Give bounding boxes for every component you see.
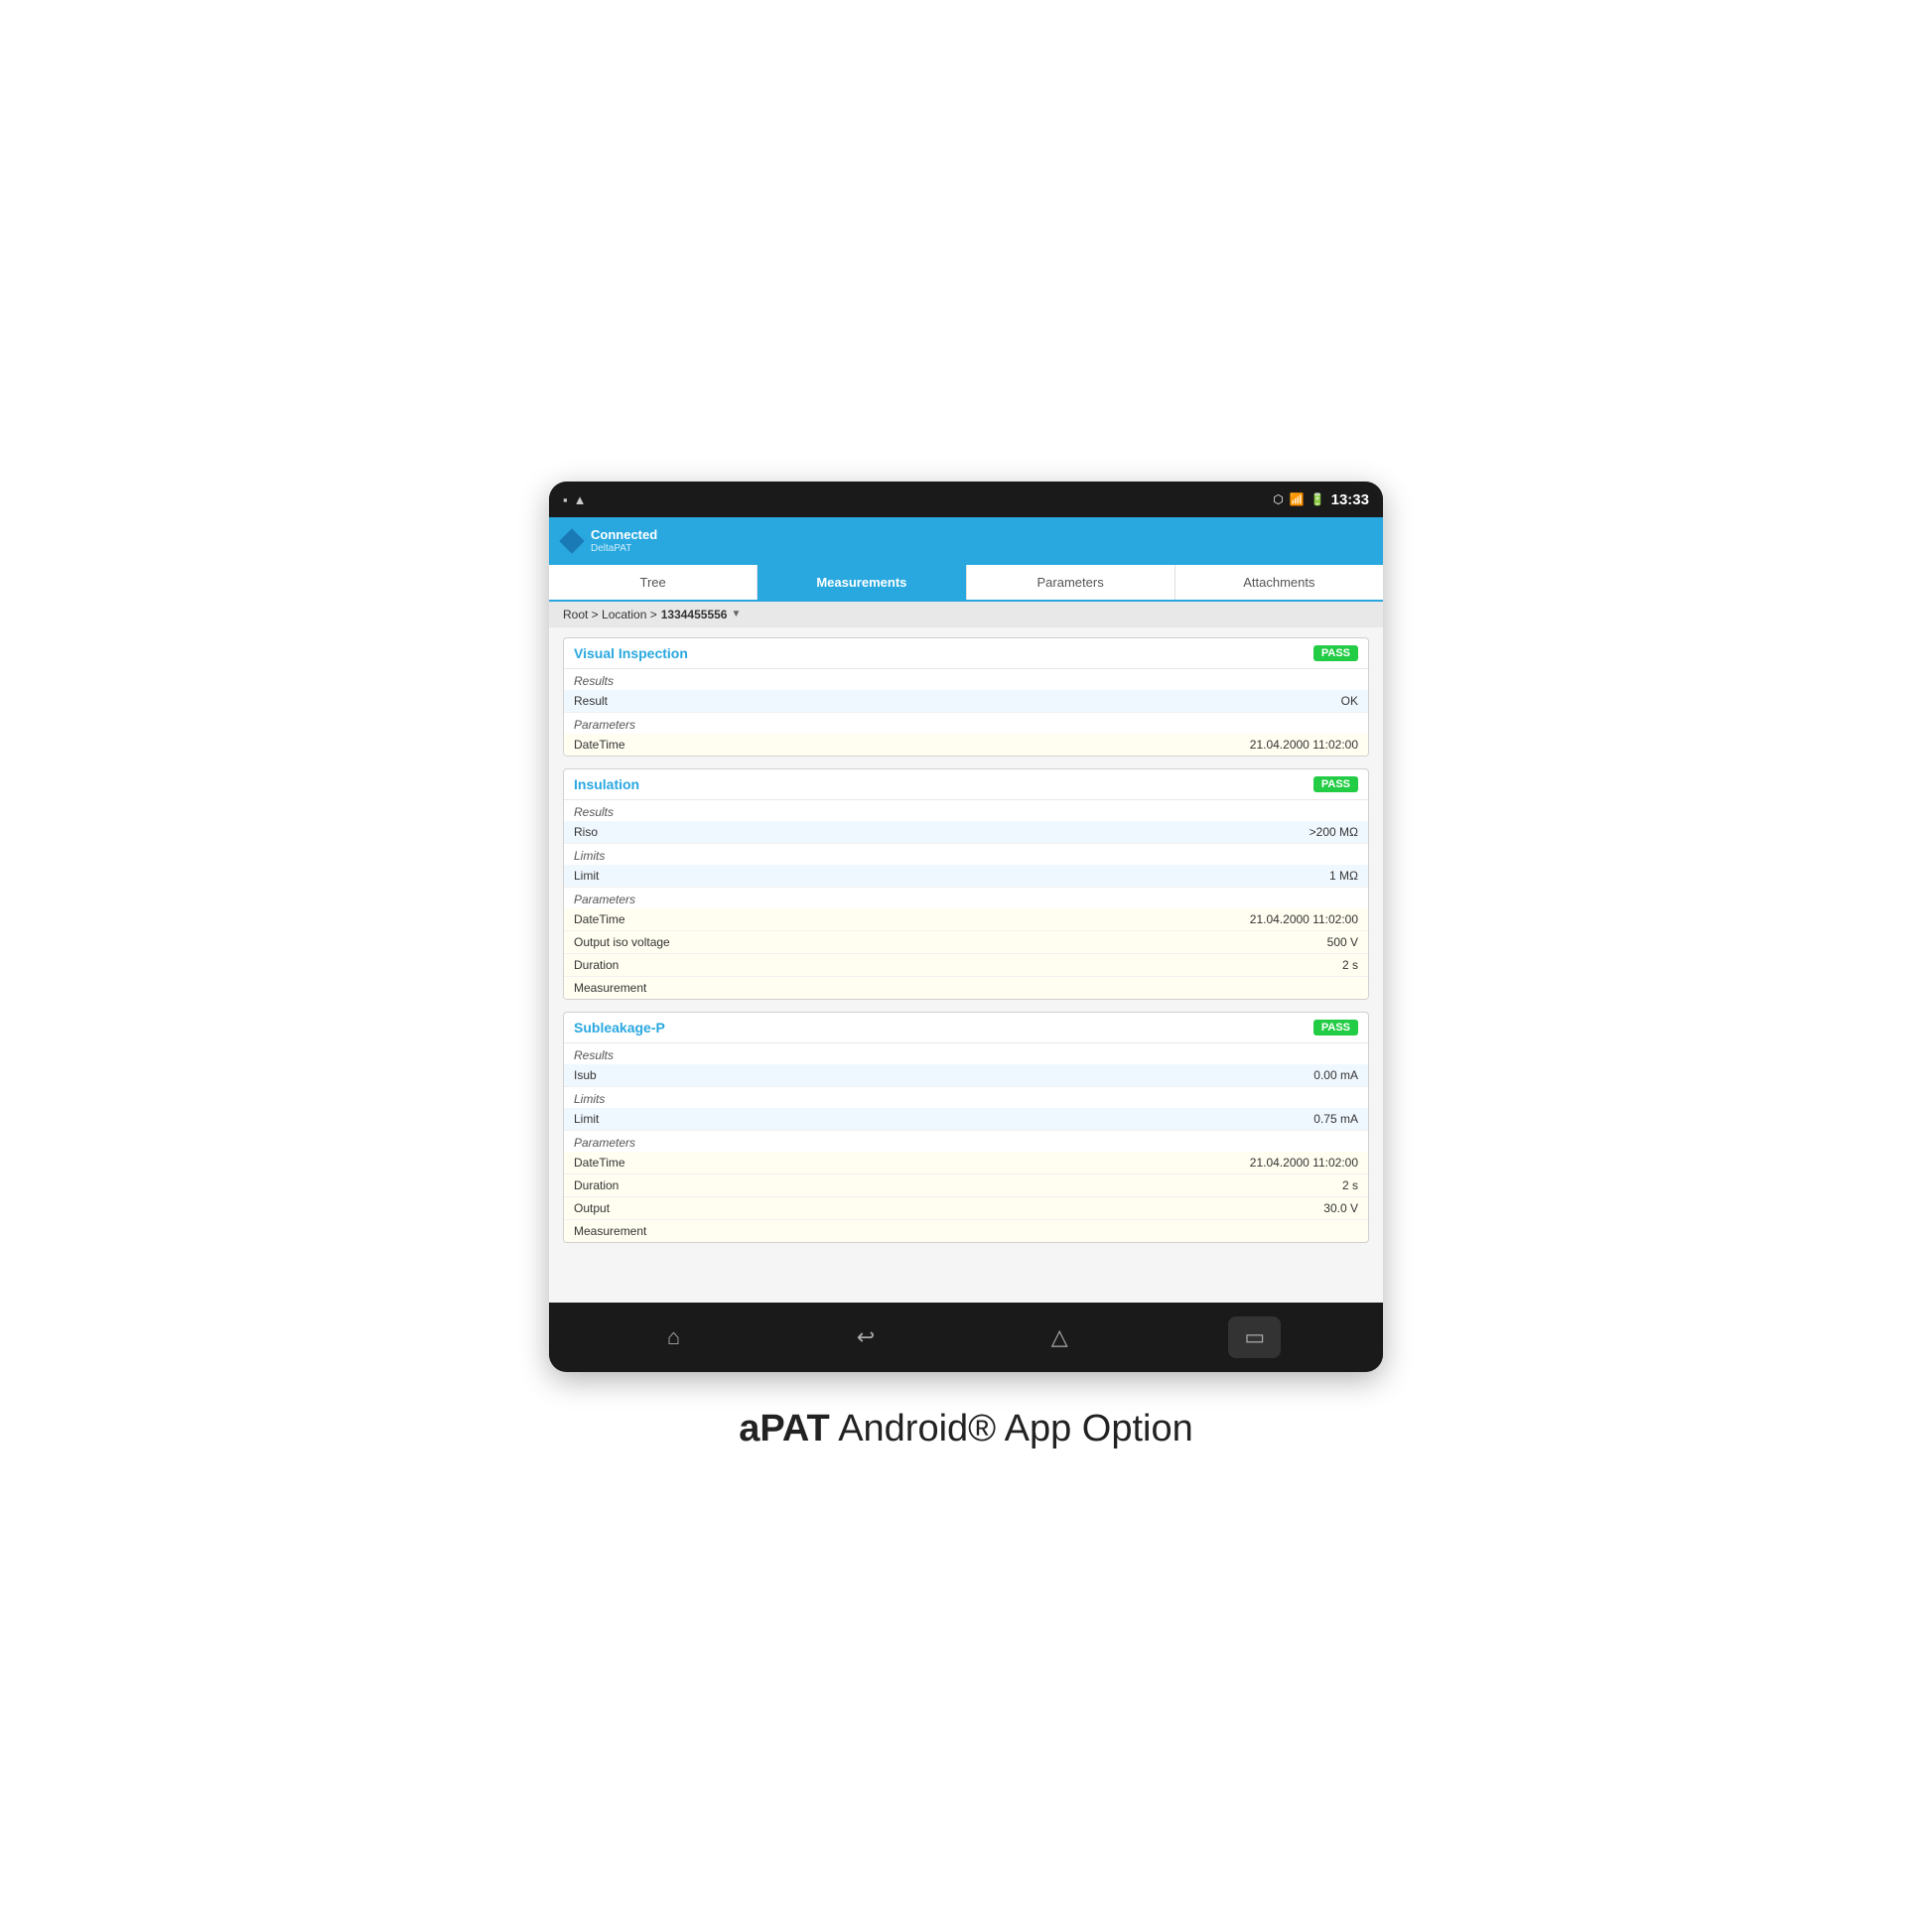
section-insulation-badge: PASS: [1313, 776, 1358, 792]
insulation-measurement-row: Measurement: [564, 977, 1368, 999]
subleakage-limit-value: 0.75 mA: [1313, 1112, 1358, 1126]
app-content: Connected DeltaPAT Tree Measurements Par…: [549, 517, 1383, 1303]
insulation-limits-label: Limits: [564, 844, 1368, 865]
subleakage-limit-row: Limit 0.75 mA: [564, 1108, 1368, 1131]
subleakage-datetime-value: 21.04.2000 11:02:00: [1250, 1156, 1358, 1170]
alert-icon: ▲: [574, 492, 587, 507]
battery-icon: 🔋: [1311, 492, 1325, 506]
nav-recents-button[interactable]: ▭: [1228, 1316, 1281, 1358]
insulation-voltage-row: Output iso voltage 500 V: [564, 931, 1368, 954]
subleakage-limit-label: Limit: [574, 1112, 599, 1126]
visual-datetime-label: DateTime: [574, 738, 625, 752]
breadcrumb-id: 1334455556: [661, 608, 728, 621]
subleakage-params-label: Parameters: [564, 1131, 1368, 1152]
insulation-limit-label: Limit: [574, 869, 599, 883]
brand-diamond-icon: [559, 528, 584, 553]
clock: 13:33: [1331, 491, 1369, 508]
section-subleakage-header: Subleakage-P PASS: [564, 1013, 1368, 1043]
visual-datetime-row: DateTime 21.04.2000 11:02:00: [564, 734, 1368, 756]
subleakage-limits-label: Limits: [564, 1087, 1368, 1108]
nav-bar: ⌂ ↩ △ ▭: [549, 1303, 1383, 1372]
insulation-measurement-label: Measurement: [574, 981, 646, 995]
status-left-icons: ▪ ▲: [563, 492, 586, 507]
wifi-icon: 📶: [1290, 492, 1305, 506]
footer-bold: aPAT: [739, 1408, 830, 1449]
tab-bar: Tree Measurements Parameters Attachments: [549, 565, 1383, 602]
insulation-voltage-label: Output iso voltage: [574, 935, 670, 949]
section-insulation-title: Insulation: [574, 776, 639, 792]
breadcrumb: Root > Location > 1334455556 ▼: [549, 602, 1383, 627]
insulation-riso-row: Riso >200 MΩ: [564, 821, 1368, 844]
subleakage-isub-value: 0.00 mA: [1313, 1068, 1358, 1082]
insulation-results-label: Results: [564, 800, 1368, 821]
brand-logo: Connected DeltaPAT: [591, 527, 657, 555]
subleakage-duration-value: 2 s: [1342, 1178, 1358, 1192]
subleakage-results-label: Results: [564, 1043, 1368, 1064]
content-spacer: [549, 1243, 1383, 1303]
section-visual-inspection-header: Visual Inspection PASS: [564, 638, 1368, 669]
footer-text: aPAT Android® App Option: [739, 1408, 1193, 1450]
insulation-datetime-value: 21.04.2000 11:02:00: [1250, 912, 1358, 926]
subleakage-output-label: Output: [574, 1201, 610, 1215]
subleakage-output-value: 30.0 V: [1323, 1201, 1358, 1215]
brand-bar: Connected DeltaPAT: [549, 517, 1383, 565]
subleakage-output-row: Output 30.0 V: [564, 1197, 1368, 1220]
insulation-riso-value: >200 MΩ: [1310, 825, 1358, 839]
nav-home-button[interactable]: ⌂: [651, 1316, 696, 1358]
visual-result-value: OK: [1341, 694, 1358, 708]
insulation-datetime-row: DateTime 21.04.2000 11:02:00: [564, 908, 1368, 931]
section-visual-inspection-badge: PASS: [1313, 645, 1358, 661]
bluetooth-icon: ⬡: [1273, 492, 1283, 506]
section-subleakage: Subleakage-P PASS Results Isub 0.00 mA L…: [563, 1012, 1369, 1243]
filter-icon[interactable]: ▼: [731, 609, 741, 620]
status-right-icons: ⬡ 📶 🔋 13:33: [1273, 491, 1369, 508]
subleakage-isub-label: Isub: [574, 1068, 597, 1082]
insulation-limit-value: 1 MΩ: [1329, 869, 1358, 883]
tab-attachments[interactable]: Attachments: [1175, 565, 1383, 600]
subleakage-datetime-label: DateTime: [574, 1156, 625, 1170]
subleakage-measurement-label: Measurement: [574, 1224, 646, 1238]
insulation-datetime-label: DateTime: [574, 912, 625, 926]
nav-up-button[interactable]: △: [1035, 1316, 1084, 1358]
section-insulation-header: Insulation PASS: [564, 769, 1368, 800]
visual-datetime-value: 21.04.2000 11:02:00: [1250, 738, 1358, 752]
page-wrapper: ▪ ▲ ⬡ 📶 🔋 13:33 Connected DeltaPAT: [0, 0, 1932, 1932]
subleakage-isub-row: Isub 0.00 mA: [564, 1064, 1368, 1087]
scroll-area[interactable]: Visual Inspection PASS Results Result OK…: [549, 627, 1383, 1243]
subleakage-duration-row: Duration 2 s: [564, 1174, 1368, 1197]
insulation-params-label: Parameters: [564, 888, 1368, 908]
insulation-limit-row: Limit 1 MΩ: [564, 865, 1368, 888]
visual-result-row: Result OK: [564, 690, 1368, 713]
section-subleakage-badge: PASS: [1313, 1020, 1358, 1035]
device-frame: ▪ ▲ ⬡ 📶 🔋 13:33 Connected DeltaPAT: [549, 482, 1383, 1372]
photo-icon: ▪: [563, 492, 568, 507]
subleakage-measurement-row: Measurement: [564, 1220, 1368, 1242]
tab-parameters[interactable]: Parameters: [967, 565, 1175, 600]
section-visual-inspection-title: Visual Inspection: [574, 645, 688, 661]
visual-results-label: Results: [564, 669, 1368, 690]
nav-back-button[interactable]: ↩: [841, 1316, 891, 1358]
insulation-duration-value: 2 s: [1342, 958, 1358, 972]
visual-params-label: Parameters: [564, 713, 1368, 734]
breadcrumb-path: Root > Location >: [563, 608, 657, 621]
insulation-riso-label: Riso: [574, 825, 598, 839]
subleakage-datetime-row: DateTime 21.04.2000 11:02:00: [564, 1152, 1368, 1174]
insulation-duration-row: Duration 2 s: [564, 954, 1368, 977]
status-bar: ▪ ▲ ⬡ 📶 🔋 13:33: [549, 482, 1383, 517]
subleakage-duration-label: Duration: [574, 1178, 619, 1192]
insulation-duration-label: Duration: [574, 958, 619, 972]
brand-name: Connected: [591, 527, 657, 543]
visual-result-label: Result: [574, 694, 608, 708]
section-insulation: Insulation PASS Results Riso >200 MΩ Lim…: [563, 768, 1369, 1000]
footer-regular: Android® App Option: [830, 1408, 1193, 1449]
section-subleakage-title: Subleakage-P: [574, 1020, 665, 1035]
section-visual-inspection: Visual Inspection PASS Results Result OK…: [563, 637, 1369, 757]
insulation-voltage-value: 500 V: [1327, 935, 1358, 949]
brand-sub: DeltaPAT: [591, 543, 657, 555]
tab-measurements[interactable]: Measurements: [758, 565, 966, 600]
tab-tree[interactable]: Tree: [549, 565, 758, 600]
